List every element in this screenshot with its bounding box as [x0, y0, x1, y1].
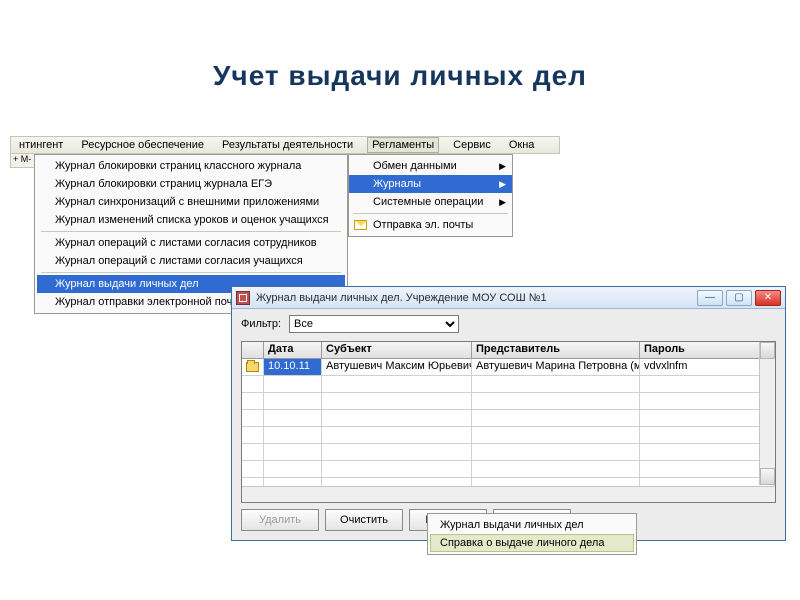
horizontal-scrollbar[interactable]	[242, 486, 775, 502]
menu-reglamenty[interactable]: Регламенты	[367, 137, 439, 153]
col-rep[interactable]: Представитель	[472, 342, 640, 358]
submenu-item-mail[interactable]: Отправка эл. почты	[349, 216, 512, 234]
submenu-label: Системные операции	[373, 196, 483, 208]
chevron-right-icon: ▶	[499, 197, 506, 208]
submenu-item-exchange[interactable]: Обмен данными ▶	[349, 157, 512, 175]
table-row[interactable]	[242, 393, 775, 410]
menu-windows[interactable]: Окна	[505, 138, 539, 152]
dropdown-item[interactable]: Журнал блокировки страниц классного журн…	[37, 157, 345, 175]
dropdown-separator	[41, 231, 341, 232]
dropdown-separator	[41, 272, 341, 273]
menu-resources[interactable]: Ресурсное обеспечение	[77, 138, 208, 152]
slide-title: Учет выдачи личных дел	[0, 60, 800, 92]
table-row[interactable]	[242, 376, 775, 393]
submenu-item-system[interactable]: Системные операции ▶	[349, 193, 512, 211]
dropdown-item[interactable]: Журнал изменений списка уроков и оценок …	[37, 211, 345, 229]
submenu-reglamenty: Обмен данными ▶ Журналы ▶ Системные опер…	[348, 154, 513, 237]
minimize-button[interactable]: —	[697, 290, 723, 306]
col-pass[interactable]: Пароль	[640, 342, 775, 358]
delete-button[interactable]: Удалить	[241, 509, 319, 531]
cell-rep[interactable]: Автушевич Марина Петровна (м	[472, 359, 640, 375]
dropdown-item[interactable]: Журнал операций с листами согласия сотру…	[37, 234, 345, 252]
data-grid: Дата Субъект Представитель Пароль 10.10.…	[241, 341, 776, 503]
chevron-right-icon: ▶	[499, 179, 506, 190]
window-title: Журнал выдачи личных дел. Учреждение МОУ…	[256, 292, 547, 304]
submenu-label: Отправка эл. почты	[373, 219, 473, 231]
app-icon	[236, 291, 250, 305]
folder-icon	[246, 362, 259, 372]
menu-contingent[interactable]: нтингент	[15, 138, 67, 152]
print-menu: Журнал выдачи личных дел Справка о выдач…	[427, 513, 637, 555]
table-row[interactable]	[242, 427, 775, 444]
col-icon[interactable]	[242, 342, 264, 358]
table-row[interactable]	[242, 444, 775, 461]
table-row[interactable]	[242, 461, 775, 478]
submenu-item-journals[interactable]: Журналы ▶	[349, 175, 512, 193]
menubar: нтингент Ресурсное обеспечение Результат…	[10, 136, 560, 154]
submenu-label: Журналы	[373, 178, 421, 190]
submenu-separator	[353, 213, 508, 214]
clear-button[interactable]: Очистить	[325, 509, 403, 531]
journal-window: Журнал выдачи личных дел. Учреждение МОУ…	[231, 286, 786, 541]
table-row[interactable]	[242, 410, 775, 427]
table-row[interactable]: 10.10.11 Автушевич Максим Юрьевич Автуше…	[242, 359, 775, 376]
col-subject[interactable]: Субъект	[322, 342, 472, 358]
dropdown-item[interactable]: Журнал синхронизаций с внешними приложен…	[37, 193, 345, 211]
print-menu-item-selected[interactable]: Справка о выдаче личного дела	[430, 534, 634, 552]
cell-pass[interactable]: vdvxlnfm	[640, 359, 775, 375]
dropdown-item[interactable]: Журнал блокировки страниц журнала ЕГЭ	[37, 175, 345, 193]
filter-select[interactable]: Все	[289, 315, 459, 333]
maximize-button[interactable]: ▢	[726, 290, 752, 306]
filter-label: Фильтр:	[241, 318, 281, 330]
menu-results[interactable]: Результаты деятельности	[218, 138, 357, 152]
col-date[interactable]: Дата	[264, 342, 322, 358]
print-menu-item[interactable]: Журнал выдачи личных дел	[430, 516, 634, 534]
menu-service[interactable]: Сервис	[449, 138, 495, 152]
chevron-right-icon: ▶	[499, 161, 506, 172]
cell-subject[interactable]: Автушевич Максим Юрьевич	[322, 359, 472, 375]
submenu-label: Обмен данными	[373, 160, 457, 172]
dropdown-item[interactable]: Журнал операций с листами согласия учащи…	[37, 252, 345, 270]
close-button[interactable]: ✕	[755, 290, 781, 306]
window-titlebar: Журнал выдачи личных дел. Учреждение МОУ…	[232, 287, 785, 309]
cell-date[interactable]: 10.10.11	[264, 359, 322, 375]
vertical-scrollbar[interactable]	[759, 342, 775, 485]
mail-icon	[354, 220, 367, 230]
toolbar-fragment: + М-	[10, 154, 35, 168]
